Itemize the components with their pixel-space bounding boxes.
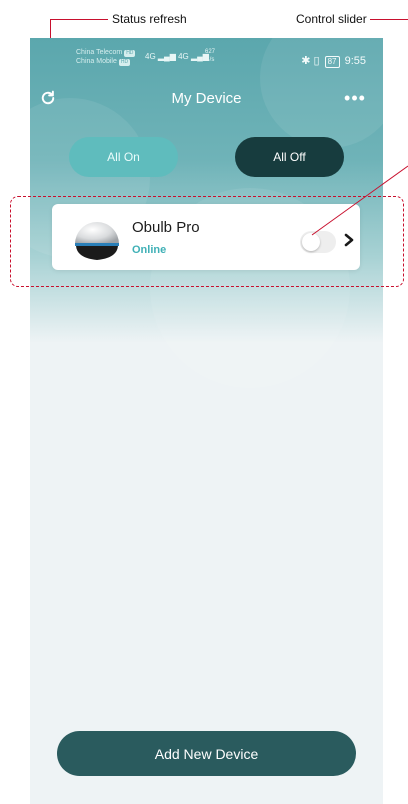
clock: 9:55 bbox=[344, 55, 366, 67]
phone-screen: China Telecom HD China Mobile HD 4G ▂▄▆ 4G… bbox=[30, 38, 383, 804]
control-slider-annotation: Control slider bbox=[296, 12, 367, 26]
device-highlight-box bbox=[10, 196, 404, 287]
status-right: ✱ ▯ 87 9:55 bbox=[301, 54, 366, 68]
vibrate-icon: ▯ bbox=[313, 55, 320, 67]
status-refresh-leader-h bbox=[50, 19, 108, 20]
header-background bbox=[30, 38, 383, 388]
more-horizontal-icon[interactable]: ••• bbox=[341, 88, 369, 108]
status-bar: China Telecom HD China Mobile HD 4G ▂▄▆ 4G… bbox=[30, 38, 383, 78]
all-off-button[interactable]: All Off bbox=[235, 137, 344, 177]
bluetooth-icon: ✱ bbox=[301, 55, 311, 67]
carrier-info: China Telecom HD China Mobile HD bbox=[76, 49, 136, 66]
network-speed: 627 B/s bbox=[205, 49, 216, 63]
page-title: My Device bbox=[171, 90, 242, 107]
control-slider-leader-h bbox=[370, 19, 408, 20]
battery-icon: 87 bbox=[324, 56, 340, 68]
add-new-device-button[interactable]: Add New Device bbox=[57, 731, 356, 776]
signal-icon: 4G ▂▄▆ 4G ▂▄▆ bbox=[145, 52, 209, 61]
all-on-button[interactable]: All On bbox=[69, 137, 178, 177]
status-refresh-annotation: Status refresh bbox=[112, 12, 187, 26]
